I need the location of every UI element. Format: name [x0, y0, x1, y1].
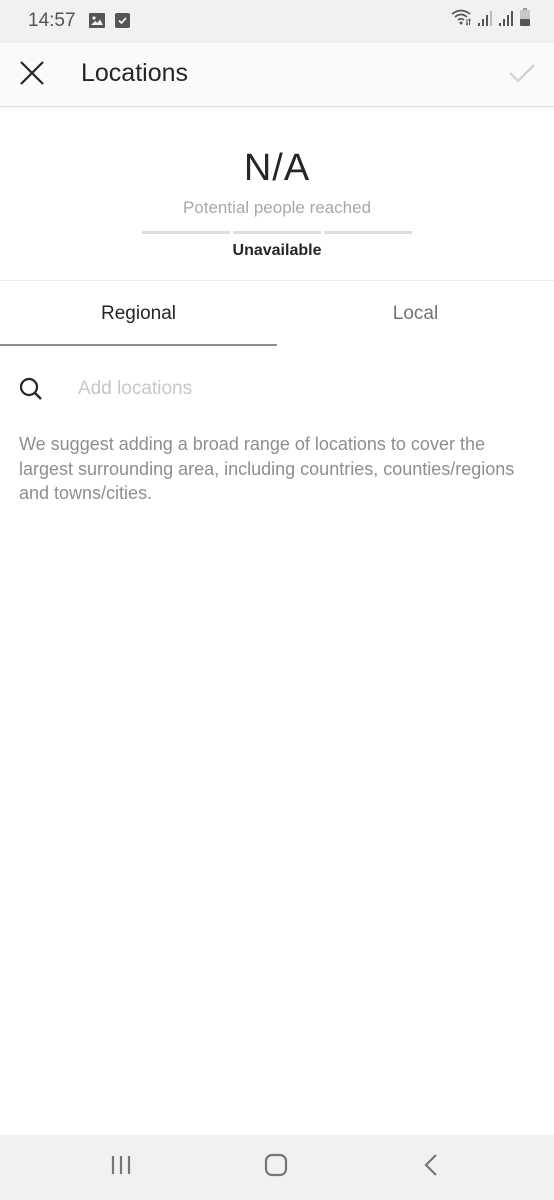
reach-meter — [142, 231, 412, 234]
recent-apps-button[interactable] — [81, 1135, 161, 1200]
reach-value: N/A — [243, 147, 311, 189]
back-icon — [423, 1153, 439, 1182]
status-bar: 14:57 — [0, 0, 554, 43]
home-button[interactable] — [236, 1135, 316, 1200]
status-time: 14:57 — [28, 10, 76, 31]
audience-reach-panel: N/A Potential people reached Unavailable — [0, 107, 554, 281]
reach-meter-segment — [142, 231, 230, 234]
checkmark-icon — [508, 62, 536, 89]
home-icon — [264, 1153, 288, 1182]
signal-icon-2 — [499, 10, 515, 31]
system-nav-bar — [0, 1135, 554, 1200]
close-icon — [19, 60, 45, 91]
reach-status: Unavailable — [232, 242, 322, 259]
suggestion-text: We suggest adding a broad range of locat… — [19, 434, 515, 503]
close-button[interactable] — [14, 57, 50, 93]
reach-meter-segment — [233, 231, 321, 234]
tab-local[interactable]: Local — [277, 282, 554, 346]
location-search — [0, 365, 554, 413]
battery-icon — [520, 8, 530, 31]
done-button[interactable] — [504, 57, 540, 93]
checkbox-notification-icon — [115, 13, 130, 28]
reach-label: Potential people reached — [182, 198, 372, 217]
tab-regional[interactable]: Regional — [0, 282, 277, 346]
status-icons — [451, 8, 530, 31]
image-notification-icon — [89, 13, 105, 28]
back-button[interactable] — [391, 1135, 471, 1200]
add-locations-input[interactable] — [78, 373, 528, 405]
location-type-tabs: Regional Local — [0, 282, 554, 346]
recent-apps-icon — [110, 1154, 132, 1181]
app-bar: Locations — [0, 43, 554, 107]
wifi-icon — [451, 8, 473, 31]
reach-meter-segment — [324, 231, 412, 234]
search-icon — [18, 376, 44, 402]
signal-icon-1 — [478, 10, 494, 31]
page-title: Locations — [81, 59, 189, 87]
